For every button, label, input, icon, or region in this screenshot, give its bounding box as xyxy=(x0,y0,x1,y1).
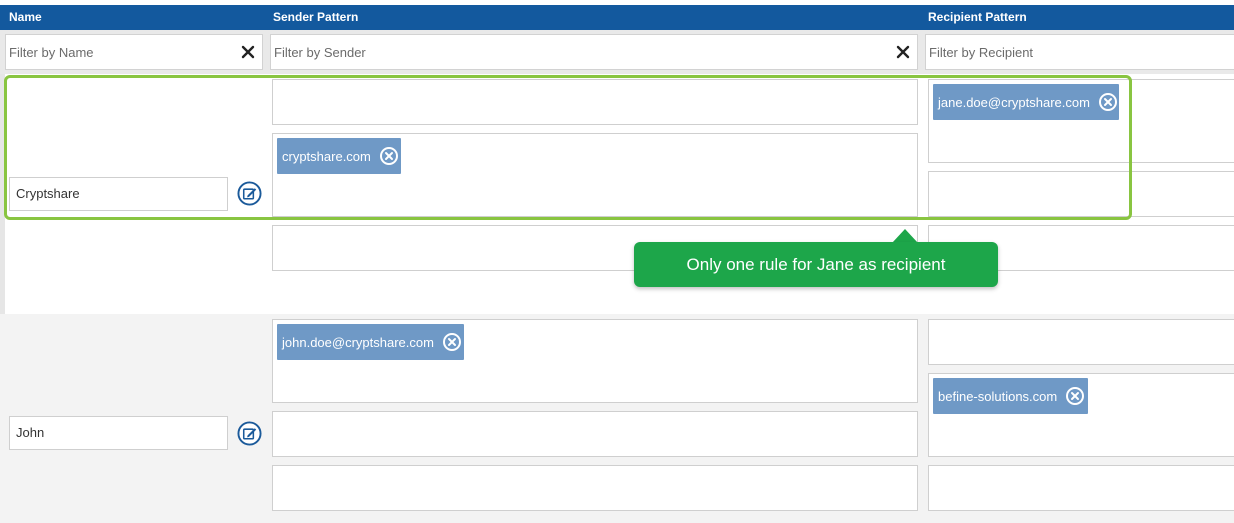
recipient-pattern-box[interactable] xyxy=(928,319,1234,365)
remove-chip-icon[interactable] xyxy=(379,146,399,166)
clear-sender-filter-icon[interactable] xyxy=(895,44,911,60)
edit-icon[interactable] xyxy=(237,421,262,446)
recipient-pattern-box[interactable]: befine-solutions.com xyxy=(928,373,1234,457)
name-filter-input[interactable] xyxy=(6,35,231,69)
sender-pattern-box[interactable]: john.doe@cryptshare.com xyxy=(272,319,918,403)
pattern-chip: jane.doe@cryptshare.com xyxy=(933,84,1119,120)
recipient-filter xyxy=(925,34,1234,70)
edit-icon[interactable] xyxy=(237,181,262,206)
column-header-name[interactable]: Name xyxy=(9,5,42,30)
recipient-pattern-box[interactable]: jane.doe@cryptshare.com xyxy=(928,79,1234,163)
sender-pattern-box[interactable]: cryptshare.com xyxy=(272,133,918,217)
sender-filter-input[interactable] xyxy=(271,35,881,69)
sender-filter xyxy=(270,34,918,70)
sender-pattern-box[interactable] xyxy=(272,411,918,457)
rule-name-input[interactable]: John xyxy=(9,416,228,450)
remove-chip-icon[interactable] xyxy=(1098,92,1118,112)
column-header-sender-pattern[interactable]: Sender Pattern xyxy=(273,5,358,30)
pattern-chip: cryptshare.com xyxy=(277,138,401,174)
sender-pattern-box[interactable] xyxy=(272,79,918,125)
sender-pattern-box[interactable] xyxy=(272,465,918,511)
clear-name-filter-icon[interactable] xyxy=(240,44,256,60)
chip-label: cryptshare.com xyxy=(282,148,371,164)
chip-label: jane.doe@cryptshare.com xyxy=(938,94,1090,110)
remove-chip-icon[interactable] xyxy=(1065,386,1085,406)
recipient-pattern-box[interactable] xyxy=(928,465,1234,511)
recipient-pattern-box[interactable] xyxy=(928,171,1234,217)
callout-pointer xyxy=(892,229,918,243)
rule-name-input[interactable]: Cryptshare xyxy=(9,177,228,211)
name-filter xyxy=(5,34,263,70)
callout-tooltip: Only one rule for Jane as recipient xyxy=(634,242,998,287)
pattern-chip: john.doe@cryptshare.com xyxy=(277,324,464,360)
chip-label: john.doe@cryptshare.com xyxy=(282,334,434,350)
recipient-filter-input[interactable] xyxy=(926,35,1226,69)
row-divider xyxy=(0,74,5,314)
remove-chip-icon[interactable] xyxy=(442,332,462,352)
chip-label: befine-solutions.com xyxy=(938,388,1058,404)
column-header-recipient-pattern[interactable]: Recipient Pattern xyxy=(928,5,1027,30)
pattern-chip: befine-solutions.com xyxy=(933,378,1088,414)
table-header xyxy=(0,5,1234,30)
